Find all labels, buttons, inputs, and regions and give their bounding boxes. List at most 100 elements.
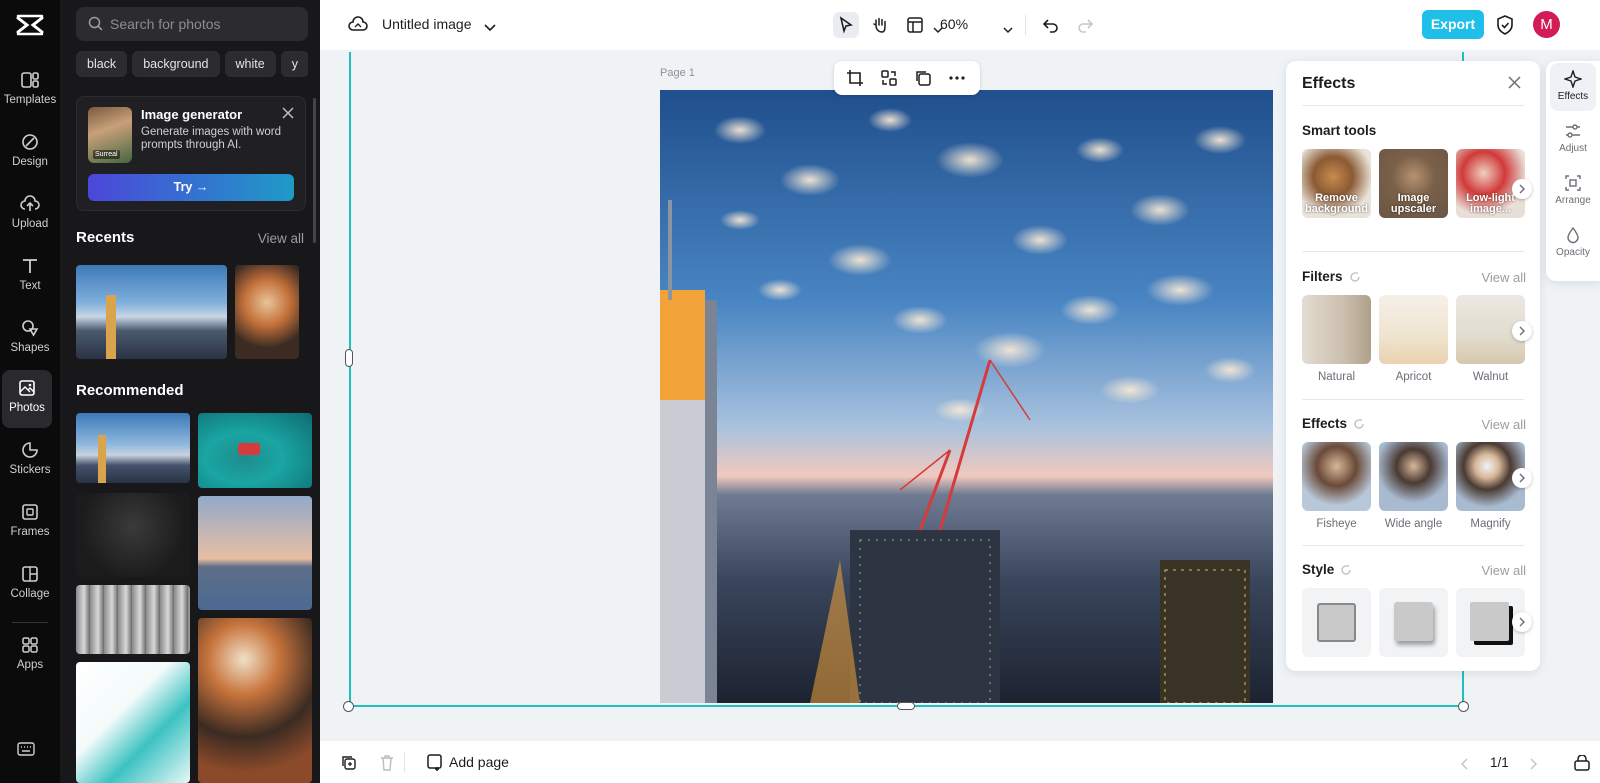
generator-description: Generate images with word prompts throug… bbox=[141, 126, 281, 151]
chevron-right-icon bbox=[1519, 473, 1525, 483]
cloud-sync-icon[interactable] bbox=[348, 15, 368, 38]
resize-handle-bottom[interactable] bbox=[897, 702, 915, 710]
effect-fisheye[interactable] bbox=[1302, 442, 1371, 511]
effects-view-all-link[interactable]: View all bbox=[1481, 417, 1526, 432]
add-page-button[interactable]: Add page bbox=[449, 754, 509, 770]
rail-item-upload[interactable]: Upload bbox=[0, 186, 60, 244]
upload-icon bbox=[20, 195, 40, 211]
search-icon bbox=[88, 16, 103, 31]
right-rail-opacity[interactable]: Opacity bbox=[1550, 219, 1596, 267]
smart-tool-remove-background[interactable]: Remove background bbox=[1302, 149, 1371, 218]
page-manager-icon[interactable] bbox=[341, 755, 357, 776]
rail-item-label: Photos bbox=[9, 402, 45, 414]
generator-badge: Surreal bbox=[93, 150, 120, 159]
close-icon[interactable] bbox=[282, 106, 296, 120]
effects-panel-title: Effects bbox=[1302, 75, 1356, 92]
try-generator-button[interactable]: Try → bbox=[88, 174, 294, 201]
shield-icon[interactable] bbox=[1496, 15, 1514, 40]
filter-apricot-label: Apricot bbox=[1395, 371, 1432, 383]
recommended-photo-boat[interactable] bbox=[198, 413, 312, 488]
recommended-photo-teal-wave[interactable] bbox=[76, 662, 190, 783]
undo-button[interactable] bbox=[1038, 12, 1064, 38]
redo-button[interactable] bbox=[1072, 12, 1098, 38]
search-input[interactable] bbox=[110, 7, 300, 41]
recommended-photo-dark-texture[interactable] bbox=[76, 493, 190, 577]
style-option-outline[interactable] bbox=[1302, 588, 1371, 657]
hand-tool-button[interactable] bbox=[867, 12, 893, 38]
recent-photo-city[interactable] bbox=[76, 265, 227, 359]
recent-photo-food[interactable] bbox=[235, 265, 299, 359]
collage-icon bbox=[22, 566, 38, 582]
filter-natural[interactable] bbox=[1302, 295, 1371, 364]
rail-item-text[interactable]: Text bbox=[0, 248, 60, 306]
recommended-photo-skyline[interactable] bbox=[198, 496, 312, 610]
right-tool-rail: Effects Adjust Arrange Opacity bbox=[1546, 61, 1600, 281]
photos-panel: blackbackgroundwhitey Surreal Image gene… bbox=[60, 0, 320, 783]
close-icon[interactable] bbox=[1508, 76, 1522, 90]
smart-tools-next-button[interactable] bbox=[1512, 179, 1532, 199]
keyboard-icon[interactable] bbox=[17, 742, 35, 761]
rail-item-label: Templates bbox=[3, 94, 57, 106]
effects-icon bbox=[1564, 70, 1582, 88]
next-page-icon[interactable] bbox=[1530, 757, 1538, 775]
rail-item-apps[interactable]: Apps bbox=[0, 627, 60, 685]
select-tool-button[interactable] bbox=[833, 12, 859, 38]
filters-view-all-link[interactable]: View all bbox=[1481, 270, 1526, 285]
trash-icon[interactable] bbox=[380, 755, 394, 776]
rail-item-stickers[interactable]: Stickers bbox=[0, 432, 60, 490]
style-option-shadow[interactable] bbox=[1379, 588, 1448, 657]
refresh-icon[interactable] bbox=[1353, 418, 1365, 430]
style-next-button[interactable] bbox=[1512, 612, 1532, 632]
resize-handle-bottom-left[interactable] bbox=[343, 701, 354, 712]
right-rail-adjust[interactable]: Adjust bbox=[1550, 115, 1596, 163]
more-options-icon[interactable] bbox=[948, 69, 966, 87]
recommended-photo-ramen[interactable] bbox=[198, 618, 312, 783]
layout-button[interactable] bbox=[902, 12, 928, 38]
chip-white[interactable]: white bbox=[224, 51, 276, 77]
right-rail-effects[interactable]: Effects bbox=[1550, 63, 1596, 111]
style-view-all-link[interactable]: View all bbox=[1481, 563, 1526, 578]
add-page-icon[interactable] bbox=[427, 754, 444, 776]
smart-tool-image-upscaler[interactable]: Image upscaler bbox=[1379, 149, 1448, 218]
crop-icon[interactable] bbox=[846, 69, 864, 87]
right-rail-arrange[interactable]: Arrange bbox=[1550, 167, 1596, 215]
rail-item-templates[interactable]: Templates bbox=[0, 62, 60, 120]
duplicate-icon[interactable] bbox=[914, 69, 932, 87]
filter-apricot[interactable] bbox=[1379, 295, 1448, 364]
rail-item-design[interactable]: Design bbox=[0, 124, 60, 182]
zoom-level[interactable]: 60% bbox=[940, 16, 968, 32]
rail-item-label: Text bbox=[19, 280, 41, 292]
refresh-icon[interactable] bbox=[1340, 564, 1352, 576]
rail-item-label: Design bbox=[12, 156, 48, 168]
lock-icon[interactable] bbox=[1574, 754, 1590, 776]
recents-view-all-link[interactable]: View all bbox=[258, 231, 304, 246]
resize-handle-bottom-right[interactable] bbox=[1458, 701, 1469, 712]
previous-page-icon[interactable] bbox=[1460, 757, 1468, 775]
recommended-photo-columns[interactable] bbox=[76, 585, 190, 654]
effects-panel: Effects Smart tools Remove background Im… bbox=[1286, 61, 1540, 671]
chevron-down-icon[interactable] bbox=[484, 19, 496, 37]
chip-black[interactable]: black bbox=[76, 51, 128, 77]
frames-icon bbox=[22, 504, 38, 520]
filter-natural-label: Natural bbox=[1317, 371, 1356, 383]
refresh-icon[interactable] bbox=[1349, 271, 1361, 283]
effects-next-button[interactable] bbox=[1512, 468, 1532, 488]
resize-handle-left[interactable] bbox=[345, 349, 353, 367]
document-title[interactable]: Untitled image bbox=[382, 16, 472, 32]
rail-item-shapes[interactable]: Shapes bbox=[0, 310, 60, 368]
chip-more[interactable]: y bbox=[280, 51, 308, 77]
filters-next-button[interactable] bbox=[1512, 321, 1532, 341]
zoom-chevron-down-icon[interactable] bbox=[1003, 21, 1013, 39]
effect-wide-angle[interactable] bbox=[1379, 442, 1448, 511]
export-button[interactable]: Export bbox=[1422, 10, 1484, 39]
rail-item-frames[interactable]: Frames bbox=[0, 494, 60, 552]
panel-scrollbar[interactable] bbox=[313, 98, 316, 243]
recommended-photo-city[interactable] bbox=[76, 413, 190, 483]
rail-item-collage[interactable]: Collage bbox=[0, 556, 60, 614]
recommended-title: Recommended bbox=[76, 382, 184, 399]
rail-item-photos[interactable]: Photos bbox=[2, 370, 52, 428]
capcut-logo-icon[interactable] bbox=[12, 12, 48, 38]
chip-background[interactable]: background bbox=[132, 51, 220, 77]
avatar[interactable]: M bbox=[1533, 11, 1560, 38]
replace-icon[interactable] bbox=[880, 69, 898, 87]
